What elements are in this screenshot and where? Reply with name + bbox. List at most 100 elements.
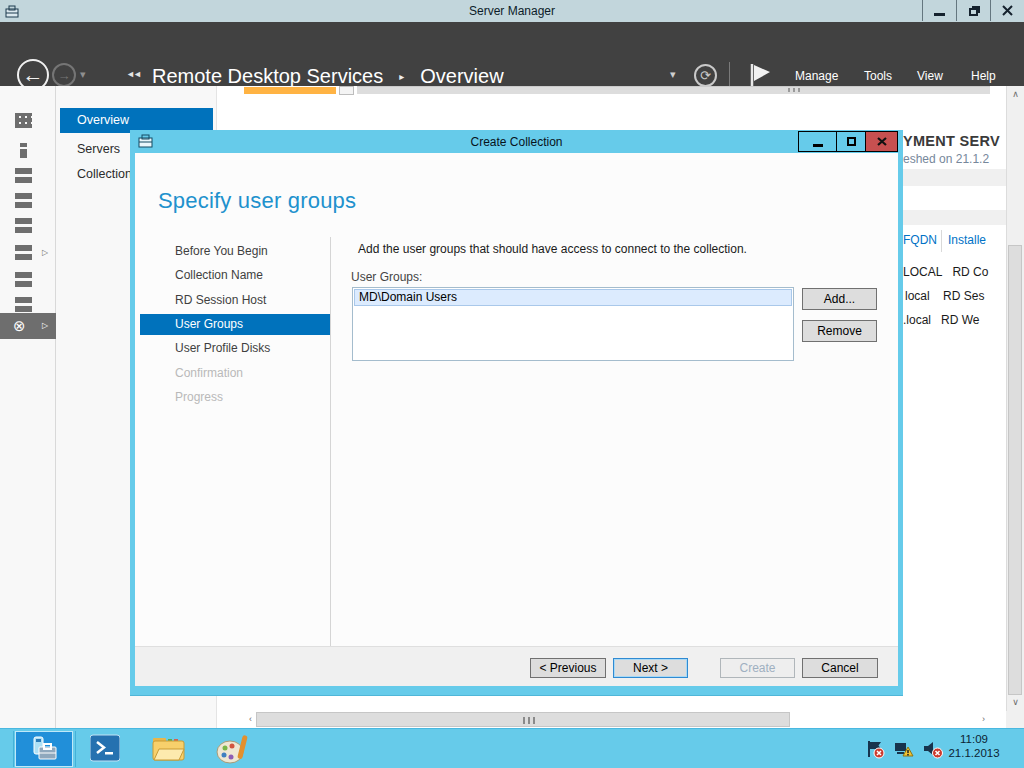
breadcrumb-current[interactable]: Overview bbox=[420, 65, 503, 88]
server-row: .local RD We bbox=[903, 313, 979, 327]
sidebar-item-dns[interactable]: ▷ bbox=[0, 240, 56, 266]
dialog-maximize-button[interactable] bbox=[837, 132, 866, 151]
wizard-step-before-you-begin[interactable]: Before You Begin bbox=[140, 241, 331, 262]
taskbar-clock[interactable]: 11:09 21.1.2013 bbox=[944, 733, 1004, 759]
dns-server-icon bbox=[15, 245, 32, 260]
paint-icon bbox=[216, 734, 249, 765]
rds-expand-icon: ▷ bbox=[42, 321, 48, 330]
horizontal-scrollbar-thumb[interactable] bbox=[256, 712, 790, 727]
tasks-toolbar-fragment bbox=[903, 169, 1006, 186]
forward-button[interactable]: → bbox=[52, 63, 76, 87]
tray-network-icon[interactable] bbox=[894, 740, 914, 759]
previous-button[interactable]: < Previous bbox=[530, 658, 606, 678]
window-minimize-button[interactable] bbox=[922, 0, 956, 21]
add-button[interactable]: Add... bbox=[802, 288, 877, 310]
create-button[interactable]: Create bbox=[720, 658, 795, 678]
content-splitter-track[interactable] bbox=[357, 86, 990, 94]
tray-flag-icon[interactable] bbox=[866, 740, 885, 759]
history-dropdown-icon[interactable]: ▾ bbox=[80, 68, 86, 81]
scroll-up-icon[interactable]: ∧ bbox=[1007, 86, 1024, 103]
minimize-icon bbox=[934, 13, 945, 16]
sidebar-item-ad[interactable] bbox=[0, 213, 56, 239]
minimize-icon bbox=[813, 144, 823, 147]
sidebar-item-all-servers[interactable] bbox=[0, 163, 56, 189]
splitter-grip-icon bbox=[788, 88, 800, 92]
user-groups-listbox[interactable]: MD\Domain Users bbox=[352, 287, 794, 361]
wizard-step-user-groups[interactable]: User Groups bbox=[140, 314, 331, 335]
dashboard-icon bbox=[15, 113, 32, 128]
overview-diagram-orange-fragment bbox=[244, 87, 336, 94]
sidebar-item-rds-selected[interactable]: ⊗ ▷ bbox=[0, 313, 56, 339]
cancel-button[interactable]: Cancel bbox=[802, 658, 878, 678]
refresh-button[interactable]: ⟳ bbox=[694, 64, 717, 87]
filter-toolbar-fragment bbox=[903, 210, 1006, 225]
back-icon: ← bbox=[23, 63, 44, 87]
column-header-installed[interactable]: Installe bbox=[948, 233, 986, 247]
wizard-step-user-profile-disks[interactable]: User Profile Disks bbox=[140, 338, 331, 359]
user-group-item-selected[interactable]: MD\Domain Users bbox=[354, 289, 792, 306]
collapse-breadcrumb-icon[interactable]: ◄◄ bbox=[126, 69, 140, 79]
wizard-heading: Specify user groups bbox=[158, 188, 356, 214]
window-close-button[interactable] bbox=[990, 0, 1024, 21]
server-row: local RD Ses bbox=[905, 289, 984, 303]
user-groups-label: User Groups: bbox=[351, 270, 422, 284]
rds-badge-icon: ⊗ bbox=[13, 317, 26, 334]
menu-tools[interactable]: Tools bbox=[864, 69, 892, 85]
wizard-step-rd-session-host[interactable]: RD Session Host bbox=[140, 290, 331, 311]
close-icon bbox=[1002, 5, 1013, 16]
wizard-divider bbox=[330, 237, 331, 646]
tray-volume-icon[interactable] bbox=[923, 740, 943, 759]
sidebar-item-file-storage[interactable] bbox=[0, 188, 56, 214]
taskbar-server-manager-button[interactable] bbox=[15, 731, 73, 767]
dialog-close-button[interactable] bbox=[866, 132, 897, 151]
diagram-zoom-button[interactable] bbox=[339, 86, 354, 95]
expand-right-icon: ▷ bbox=[42, 248, 48, 257]
iis-server-icon bbox=[15, 272, 32, 287]
file-storage-icon bbox=[15, 193, 32, 208]
ad-server-icon bbox=[15, 218, 32, 233]
grip-icon bbox=[523, 717, 536, 724]
scrollbar-corner bbox=[1006, 711, 1024, 728]
remove-button[interactable]: Remove bbox=[802, 320, 877, 342]
sidebar-item-dashboard[interactable] bbox=[0, 108, 56, 134]
vertical-scrollbar-thumb[interactable] bbox=[1008, 245, 1022, 695]
scroll-right-icon[interactable]: › bbox=[975, 711, 992, 728]
horizontal-scrollbar[interactable]: ‹ › bbox=[217, 711, 1006, 728]
taskbar-powershell-button[interactable] bbox=[90, 734, 120, 762]
next-button[interactable]: Next > bbox=[613, 658, 688, 678]
sidebar-item-local-server[interactable] bbox=[0, 138, 56, 164]
refresh-icon: ⟳ bbox=[700, 68, 711, 83]
taskbar-paint-button[interactable] bbox=[216, 734, 249, 765]
powershell-icon bbox=[90, 734, 120, 762]
local-server-icon bbox=[15, 143, 32, 158]
column-divider bbox=[941, 230, 942, 252]
menu-view[interactable]: View bbox=[917, 69, 943, 85]
dialog-body bbox=[135, 153, 898, 686]
column-header-fqdn[interactable]: FQDN bbox=[903, 233, 937, 247]
taskbar-file-explorer-button[interactable] bbox=[152, 734, 185, 763]
window-titlebar: Server Manager bbox=[0, 0, 1024, 22]
window-restore-button[interactable] bbox=[956, 0, 990, 21]
all-servers-icon bbox=[15, 168, 32, 183]
deployment-servers-heading-fragment: YMENT SERV bbox=[903, 133, 1000, 149]
breadcrumb-root[interactable]: Remote Desktop Services bbox=[152, 65, 383, 88]
wizard-step-collection-name[interactable]: Collection Name bbox=[140, 265, 331, 286]
close-icon bbox=[877, 137, 887, 146]
sidebar-icon-rail: ▷ ⊗ ▷ bbox=[0, 86, 56, 728]
clock-date: 21.1.2013 bbox=[944, 747, 1004, 759]
menu-help[interactable]: Help bbox=[971, 69, 996, 85]
menu-manage[interactable]: Manage bbox=[795, 69, 838, 85]
dialog-window-buttons bbox=[798, 131, 898, 152]
clock-time: 11:09 bbox=[944, 733, 1004, 745]
nav-divider bbox=[729, 62, 730, 88]
sidebar-item-iis[interactable] bbox=[0, 267, 56, 293]
nav-bar: ← → ▾ ◄◄ Remote Desktop Services ▸ Overv… bbox=[0, 22, 1024, 86]
create-collection-dialog: Create Collection Specify user groups Be… bbox=[130, 130, 903, 696]
forward-icon: → bbox=[58, 68, 71, 83]
wizard-step-confirmation: Confirmation bbox=[140, 363, 331, 384]
breadcrumb-separator-icon: ▸ bbox=[399, 71, 404, 82]
taskbar: 11:09 21.1.2013 bbox=[0, 728, 1024, 768]
scroll-down-icon[interactable]: ∨ bbox=[1007, 694, 1024, 711]
breadcrumb-dropdown-icon[interactable]: ▾ bbox=[670, 68, 676, 81]
dialog-minimize-button[interactable] bbox=[799, 132, 837, 151]
